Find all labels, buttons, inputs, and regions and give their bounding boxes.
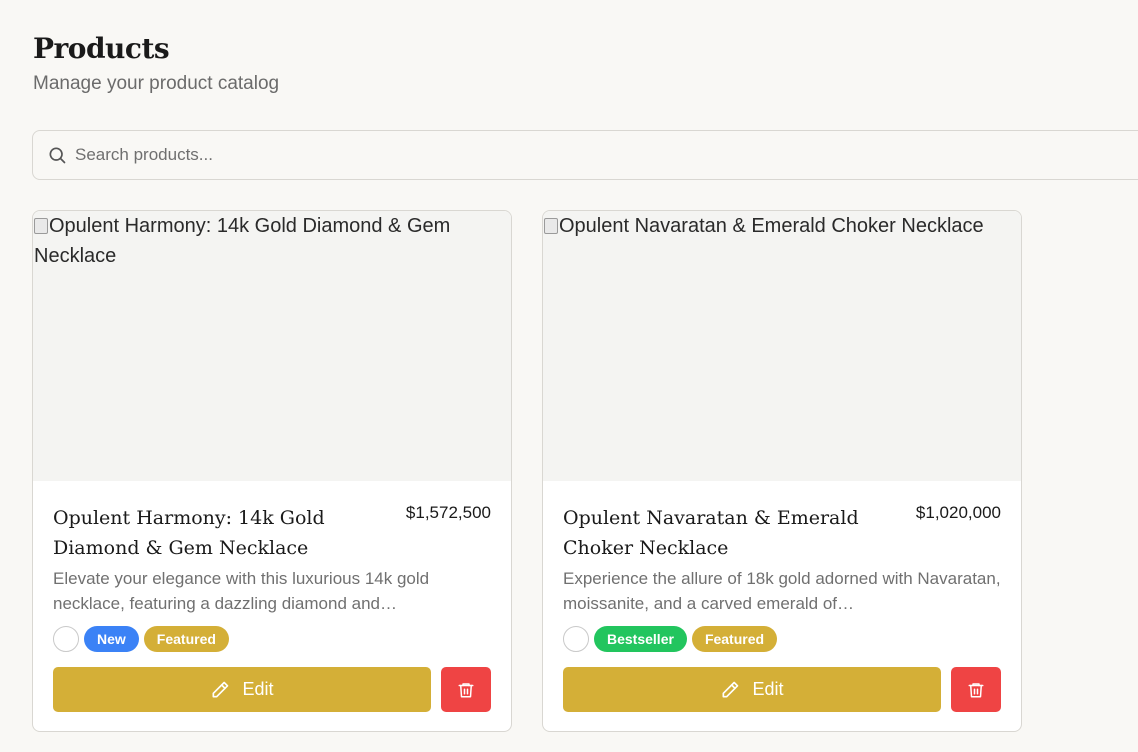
search-input[interactable]	[75, 145, 1138, 165]
product-actions: Edit	[53, 667, 491, 712]
product-actions: Edit	[563, 667, 1001, 712]
product-tags: Bestseller Featured	[563, 626, 778, 652]
product-image-alt: Opulent Navaratan & Emerald Choker Neckl…	[559, 215, 984, 237]
product-price: $1,020,000	[915, 503, 1001, 522]
broken-image-icon	[34, 218, 48, 234]
product-description: Experience the allure of 18k gold adorne…	[563, 569, 1001, 613]
product-name: Opulent Navaratan & Emerald Choker Neckl…	[563, 507, 859, 559]
product-card: Opulent Navaratan & Emerald Choker Neckl…	[542, 210, 1022, 732]
tag-new-badge: New	[84, 626, 139, 652]
product-card: Opulent Harmony: 14k Gold Diamond & Gem …	[32, 210, 512, 732]
search-bar	[32, 130, 1138, 180]
pencil-icon	[720, 680, 740, 700]
edit-button[interactable]: Edit	[53, 667, 431, 712]
pencil-icon	[210, 680, 230, 700]
delete-button[interactable]	[951, 667, 1001, 712]
edit-button-label: Edit	[752, 679, 784, 699]
product-name: Opulent Harmony: 14k Gold Diamond & Gem …	[53, 507, 325, 559]
product-image-alt: Opulent Harmony: 14k Gold Diamond & Gem …	[34, 215, 451, 267]
search-icon	[47, 145, 67, 165]
product-price: $1,572,500	[405, 503, 491, 522]
product-description: Elevate your elegance with this luxuriou…	[53, 569, 430, 613]
tag-bestseller-badge: Bestseller	[594, 626, 687, 652]
products-page: Products Manage your product catalog Opu…	[0, 0, 1138, 752]
trash-icon	[967, 680, 985, 700]
broken-image-icon	[544, 218, 558, 234]
tag-featured-badge: Featured	[691, 626, 778, 652]
product-image: Opulent Harmony: 14k Gold Diamond & Gem …	[33, 211, 511, 481]
delete-button[interactable]	[441, 667, 491, 712]
edit-button[interactable]: Edit	[563, 667, 941, 712]
color-swatch	[563, 626, 589, 652]
page-title: Products	[33, 32, 170, 65]
color-swatch	[53, 626, 79, 652]
product-tags: New Featured	[53, 626, 229, 652]
edit-button-label: Edit	[242, 679, 274, 699]
page-subtitle: Manage your product catalog	[33, 73, 280, 94]
tag-featured-badge: Featured	[143, 626, 229, 652]
trash-icon	[457, 680, 475, 700]
product-image: Opulent Navaratan & Emerald Choker Neckl…	[543, 211, 1021, 481]
